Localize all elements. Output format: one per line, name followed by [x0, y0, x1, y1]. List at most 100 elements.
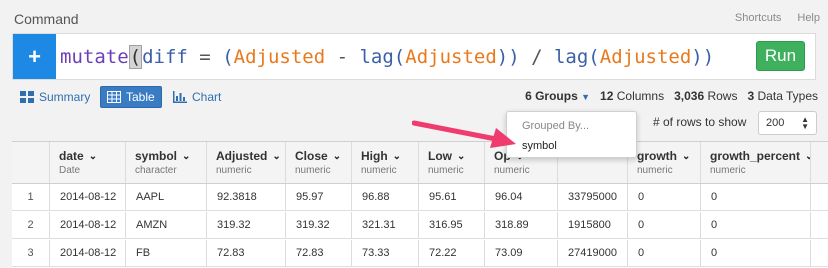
- column-header[interactable]: Adjusted ⌄ numeric: [207, 142, 286, 183]
- table-cell: 0: [701, 184, 811, 210]
- types-label: Data Types: [757, 89, 818, 103]
- table-cell: 33795000: [558, 184, 628, 210]
- chevron-down-icon[interactable]: ⌄: [682, 151, 690, 162]
- rows-to-show-label: # of rows to show: [653, 115, 747, 129]
- column-name-text: growth_percent: [710, 149, 801, 163]
- top-links: Shortcuts Help: [735, 12, 820, 24]
- column-type: character: [135, 165, 177, 176]
- column-name-text: growth: [637, 149, 677, 163]
- column-header[interactable]: symbol ⌄ character: [126, 142, 207, 183]
- chevron-down-icon[interactable]: ⌄: [89, 151, 97, 162]
- column-type: numeric: [216, 165, 252, 176]
- command-token: -: [325, 46, 360, 68]
- run-button[interactable]: Run: [756, 41, 805, 71]
- types-count: 3: [747, 89, 755, 103]
- chevron-down-icon[interactable]: ⌄: [393, 151, 401, 162]
- chevron-down-icon[interactable]: ⌄: [457, 151, 465, 162]
- bar-chart-icon: [173, 91, 187, 103]
- chevron-down-icon[interactable]: ⌄: [333, 151, 341, 162]
- rows-stat: 3,036 Rows: [674, 89, 737, 103]
- command-token: Adjusted: [599, 46, 692, 68]
- column-name-text: High: [361, 149, 388, 163]
- table-cell: 2014-08-12: [50, 240, 126, 266]
- table-cell: 1915800: [558, 212, 628, 238]
- command-token: mutate: [60, 46, 129, 68]
- command-input[interactable]: mutate(diff = (Adjusted - lag(Adjusted))…: [60, 45, 715, 69]
- help-link[interactable]: Help: [797, 12, 820, 24]
- columns-count: 12: [600, 89, 614, 103]
- column-name: High ⌄: [361, 149, 401, 163]
- table-cell: 72.22: [419, 240, 485, 266]
- column-header[interactable]: High ⌄ numeric: [352, 142, 419, 183]
- chevron-down-icon[interactable]: ⌄: [182, 151, 190, 162]
- column-name-text: symbol: [135, 149, 178, 163]
- column-header[interactable]: growth_percent ⌄ numeric: [701, 142, 811, 183]
- chevron-down-icon[interactable]: ⌄: [272, 151, 280, 162]
- table-cell: 0: [701, 212, 811, 238]
- row-number: 1: [12, 184, 50, 210]
- table-cell: 73.09: [485, 240, 558, 266]
- column-name: Adjusted ⌄: [216, 149, 281, 163]
- table-icon: [107, 91, 121, 103]
- rows-count: 3,036: [674, 89, 705, 103]
- pointer-arrow-icon: [412, 120, 516, 148]
- column-header[interactable]: Close ⌄ numeric: [286, 142, 352, 183]
- caret-down-icon: ▼: [581, 92, 591, 102]
- shortcuts-link[interactable]: Shortcuts: [735, 12, 781, 24]
- table-cell: 0: [628, 184, 701, 210]
- column-type: numeric: [710, 165, 746, 176]
- command-token: (: [222, 46, 234, 68]
- command-title: Command: [14, 11, 79, 27]
- grouped-by-item[interactable]: symbol: [522, 140, 557, 152]
- command-token: lag(: [553, 46, 600, 68]
- command-token: )): [496, 46, 520, 68]
- table-cell: 72.83: [207, 240, 286, 266]
- groups-label: 6 Groups: [525, 89, 578, 103]
- command-token: )): [691, 46, 715, 68]
- tab-chart-label: Chart: [192, 90, 222, 104]
- rows-label: Rows: [707, 89, 738, 103]
- add-step-button[interactable]: +: [13, 34, 56, 79]
- column-type: numeric: [295, 165, 331, 176]
- tab-summary[interactable]: Summary: [14, 86, 96, 108]
- table-cell: 0: [628, 212, 701, 238]
- grouped-by-header: Grouped By...: [522, 120, 590, 132]
- rows-to-show-select[interactable]: 200 ▲ ▼: [758, 111, 817, 135]
- columns-stat: 12 Columns: [600, 89, 664, 103]
- groups-toggle[interactable]: 6 Groups ▼: [525, 89, 590, 103]
- command-token: diff: [142, 46, 188, 68]
- data-stats: 6 Groups ▼ 12 Columns 3,036 Rows 3 Data …: [525, 89, 818, 103]
- row-number: 3: [12, 240, 50, 266]
- column-name: symbol ⌄: [135, 149, 190, 163]
- table-cell: 95.61: [419, 184, 485, 210]
- command-token: /: [519, 46, 554, 68]
- tab-table-label: Table: [126, 90, 155, 104]
- column-name: growth_percent ⌄: [710, 149, 810, 163]
- row-number: 2: [12, 212, 50, 238]
- column-header[interactable]: growth ⌄ numeric: [628, 142, 701, 183]
- command-token: =: [187, 46, 223, 68]
- column-name: Close ⌄: [295, 149, 341, 163]
- table-cell: 95.97: [286, 184, 352, 210]
- table-cell: FB: [126, 240, 207, 266]
- column-type: Date: [59, 165, 81, 176]
- column-name: growth ⌄: [637, 149, 690, 163]
- table-cell: 318.89: [485, 212, 558, 238]
- command-token: lag(: [359, 46, 406, 68]
- command-token: Adjusted: [405, 46, 497, 68]
- grouped-by-dropdown: Grouped By... symbol: [506, 111, 637, 158]
- table-cell: 96.04: [485, 184, 558, 210]
- table-cell: AAPL: [126, 184, 207, 210]
- tab-chart[interactable]: Chart: [167, 86, 227, 108]
- column-name-text: Close: [295, 149, 328, 163]
- data-table: date ⌄ Date symbol ⌄ character Adjusted ⌄ numeri…: [12, 141, 828, 268]
- command-bar: + mutate(diff = (Adjusted - lag(Adjusted…: [12, 33, 816, 80]
- table-cell: 319.32: [286, 212, 352, 238]
- tab-table[interactable]: Table: [100, 86, 162, 108]
- column-name: Low ⌄: [428, 149, 465, 163]
- chevron-down-icon[interactable]: ⌄: [805, 151, 810, 162]
- table-cell: 92.3818: [207, 184, 286, 210]
- table-cell: 0: [628, 240, 701, 266]
- column-header[interactable]: date ⌄ Date: [50, 142, 126, 183]
- table-cell: 96.88: [352, 184, 419, 210]
